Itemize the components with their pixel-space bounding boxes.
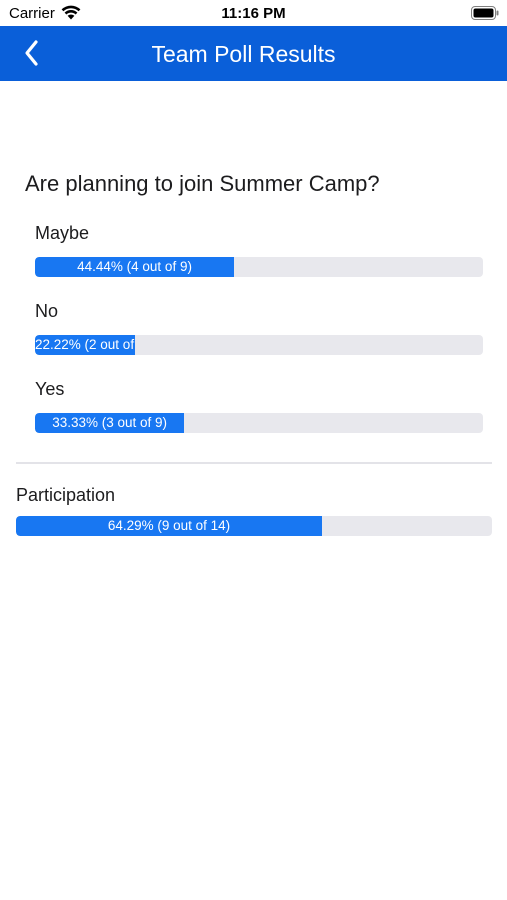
participation-bar: 64.29% (9 out of 14)	[16, 516, 492, 536]
page-title: Team Poll Results	[151, 41, 336, 67]
result-text-no: 22.22% (2 out of 9)	[35, 337, 135, 352]
participation-result-text: 64.29% (9 out of 14)	[107, 518, 231, 533]
result-bar-maybe: 44.44% (4 out of 9)	[35, 257, 483, 277]
result-bar-no: 22.22% (2 out of 9)	[35, 335, 483, 355]
status-time: 11:16 PM	[221, 5, 286, 22]
result-text-yes: 33.33% (3 out of 9)	[52, 415, 168, 430]
section-divider	[16, 462, 492, 464]
participation-bar-fill: 64.29% (9 out of 14)	[16, 516, 323, 536]
result-bar-fill-yes: 33.33% (3 out of 9)	[35, 413, 185, 433]
poll-question: Are planning to join Summer Camp?	[25, 171, 380, 196]
status-bar: Carrier 11:16 PM	[0, 0, 507, 26]
option-label-no: No	[35, 301, 59, 321]
result-bar-fill-maybe: 44.44% (4 out of 9)	[35, 257, 235, 277]
result-text-maybe: 44.44% (4 out of 9)	[77, 259, 192, 274]
result-bar-yes: 33.33% (3 out of 9)	[35, 413, 483, 433]
battery-icon	[471, 6, 499, 20]
option-label-maybe: Maybe	[35, 223, 90, 243]
option-label-yes: Yes	[35, 379, 65, 399]
participation-label: Participation	[16, 485, 116, 505]
result-bar-fill-no: 22.22% (2 out of 9)	[35, 335, 135, 355]
navigation-bar: Team Poll Results	[0, 26, 507, 81]
